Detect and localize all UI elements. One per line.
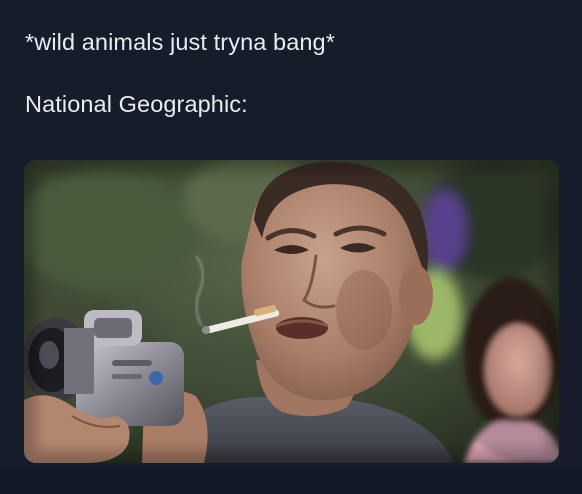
background-woman [464,277,559,463]
meme-photo [24,160,559,463]
bottom-bar [0,468,582,494]
tweet-text-line-2: National Geographic: [25,91,248,117]
tweet-text-line-1: *wild animals just tryna bang* [25,29,335,55]
tweet-media-image[interactable] [24,160,559,463]
